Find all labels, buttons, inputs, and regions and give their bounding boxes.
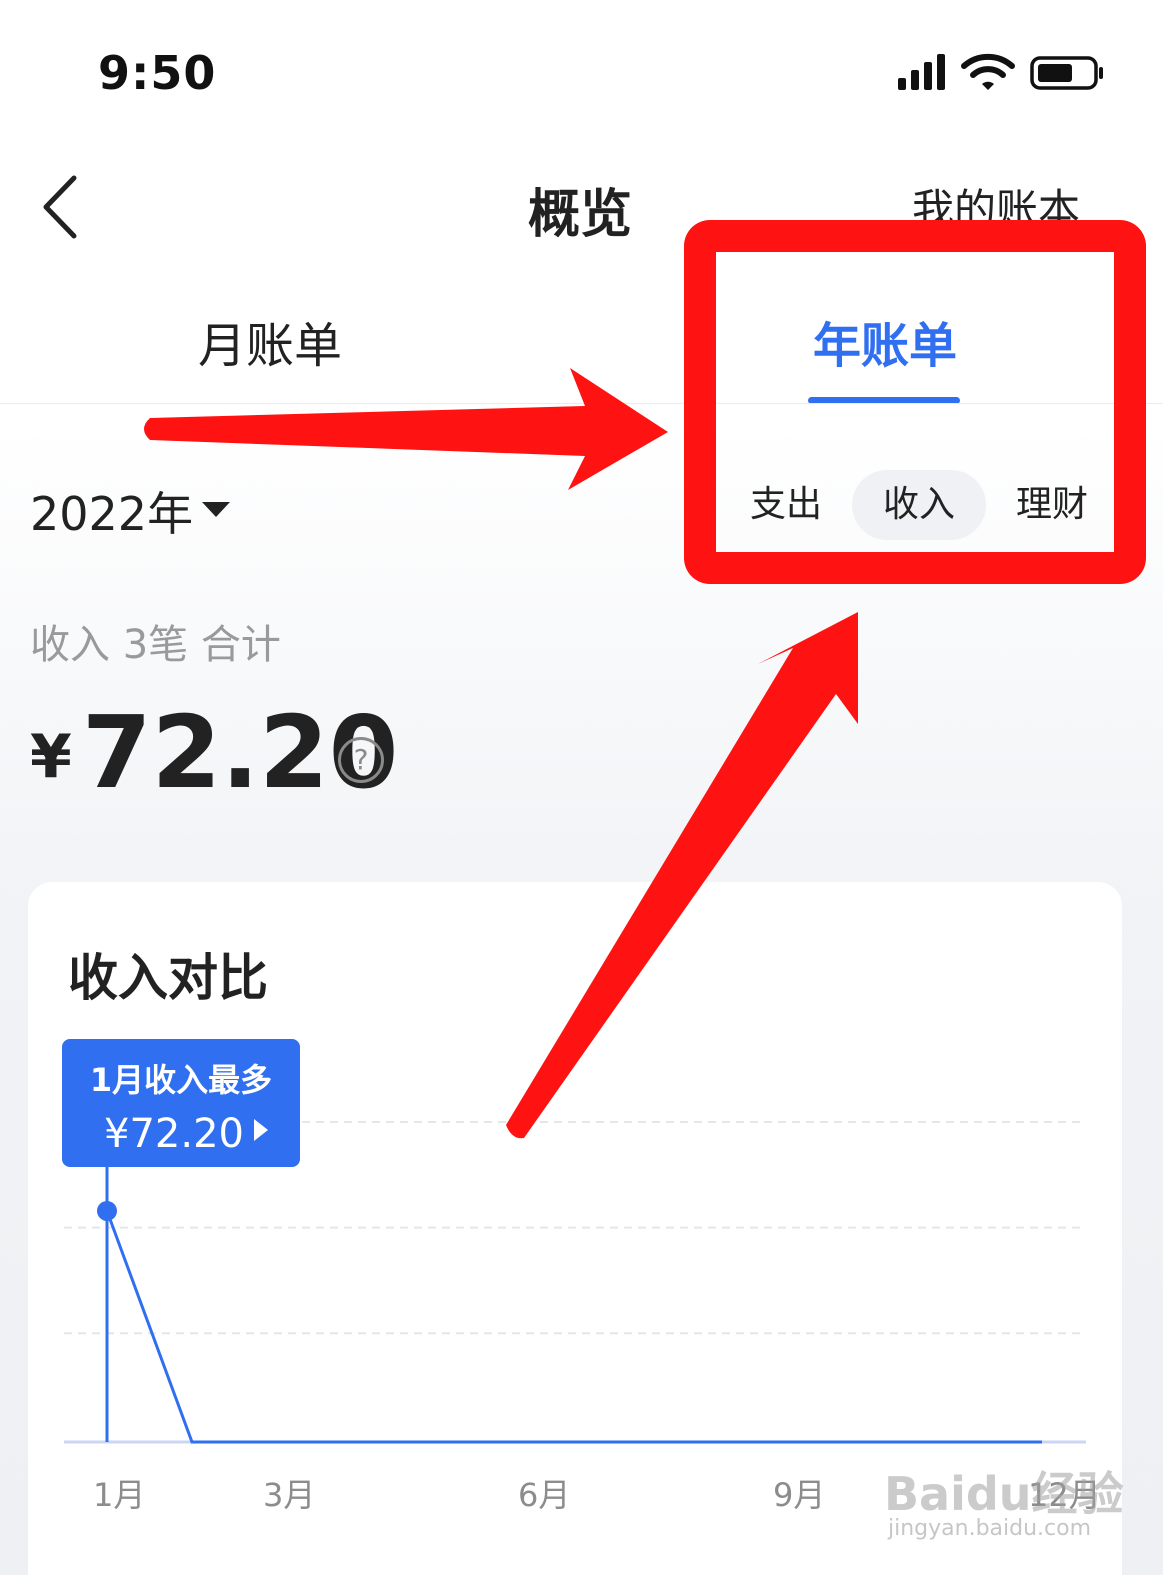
x-tick-label: 1月	[93, 1476, 146, 1514]
currency-symbol: ¥	[30, 722, 72, 792]
page-title: 概览	[527, 185, 632, 245]
chevron-left-icon[interactable]	[36, 172, 92, 242]
status-icons	[898, 53, 1103, 90]
chart-tooltip[interactable]: 1月收入最多 ¥72.20	[62, 1039, 300, 1167]
watermark: Baidu经验	[884, 1467, 1124, 1521]
question-circle-icon[interactable]: ?	[338, 737, 384, 783]
watermark-url: jingyan.baidu.com	[888, 1516, 1092, 1541]
status-time: 9:50	[98, 46, 217, 100]
tooltip-title: 1月收入最多	[89, 1061, 273, 1099]
x-tick-label: 6月	[518, 1476, 571, 1514]
year-selector[interactable]: 2022年	[30, 478, 193, 544]
my-ledger-link[interactable]: 我的账本	[912, 176, 1112, 220]
x-tick-label: 9月	[773, 1476, 826, 1514]
arrow-right-annotation	[144, 368, 668, 490]
caret-down-icon[interactable]	[202, 502, 230, 517]
play-arrow-icon[interactable]	[254, 1119, 268, 1141]
x-tick-label: 3月	[263, 1476, 316, 1514]
wifi-icon	[961, 53, 1015, 90]
tab-monthly-bill[interactable]: 月账单	[150, 306, 390, 376]
tooltip-value: ¥72.20	[104, 1111, 244, 1157]
card-title: 收入对比	[68, 949, 268, 1007]
battery-icon	[1030, 56, 1103, 90]
signal-icon	[898, 54, 945, 90]
summary-label: 收入 3笔 合计	[30, 622, 281, 668]
highlight-box	[684, 220, 1146, 584]
